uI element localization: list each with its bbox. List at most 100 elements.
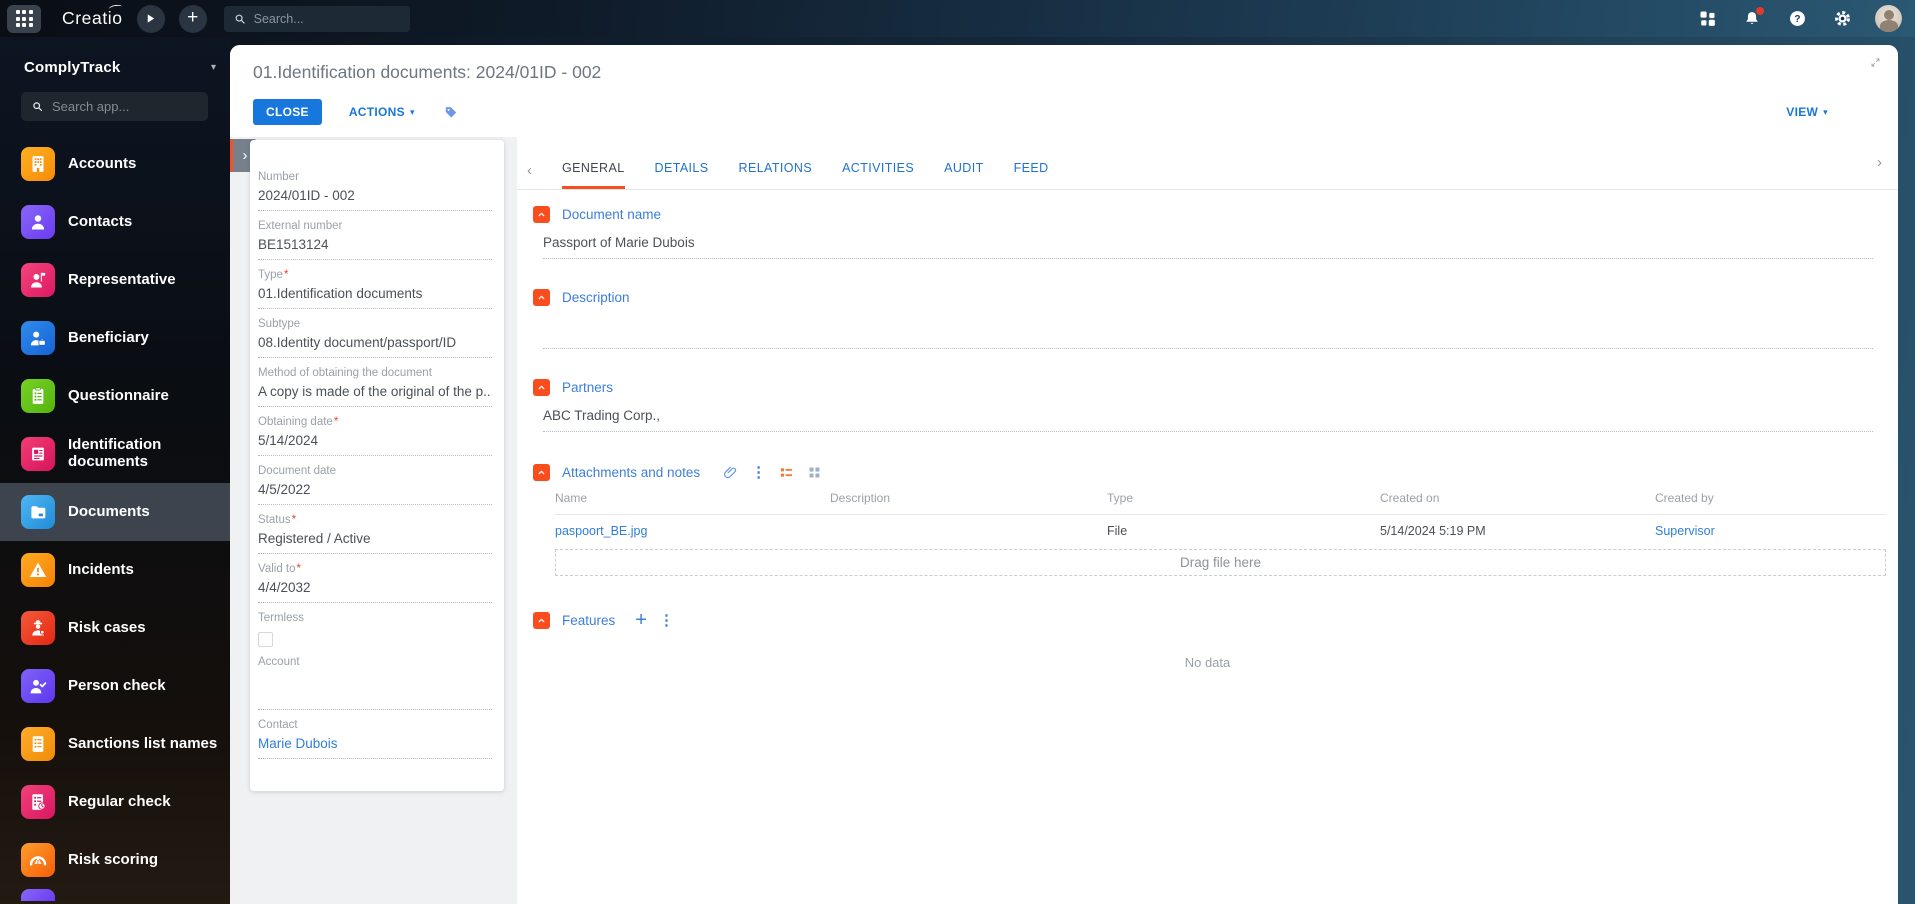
sidebar-item-representative[interactable]: Representative [0,251,230,309]
expand-icon [1871,58,1880,67]
tabs-scroll-left[interactable]: ‹ [527,162,532,189]
sidebar-item-accounts[interactable]: Accounts [0,135,230,193]
section-title[interactable]: Description [562,290,630,305]
partners-value[interactable]: ABC Trading Corp., [543,408,1873,432]
tab-activities[interactable]: ACTIVITIES [842,161,914,189]
expand-page-button[interactable] [1869,56,1882,72]
sidebar-item-risk-cases[interactable]: Risk cases [0,599,230,657]
drag-drop-zone[interactable]: Drag file here [555,549,1886,576]
collapse-section-icon[interactable] [533,289,550,306]
field-label: Termless [258,612,492,624]
section-title[interactable]: Features [562,613,615,628]
field-value-document-date[interactable]: 4/5/2022 [258,482,492,505]
warning-icon [21,553,55,587]
section-title[interactable]: Attachments and notes [562,465,700,480]
settings-button[interactable] [1830,7,1854,31]
add-feature-button[interactable]: + [627,610,647,630]
field-value-obtaining-date[interactable]: 5/14/2024 [258,433,492,456]
detective-icon [21,611,55,645]
global-search-input[interactable]: Search... [223,5,410,32]
list-view-icon [780,468,793,477]
sidebar-item-sanctions-list-names[interactable]: Sanctions list names [0,715,230,773]
collapse-section-icon[interactable] [533,379,550,396]
column-header-created-on[interactable]: Created on [1380,491,1655,505]
section-title[interactable]: Document name [562,207,661,222]
new-record-button[interactable]: + [178,4,207,33]
tile-view-button[interactable] [807,465,822,480]
close-button[interactable]: CLOSE [253,99,322,125]
column-header-description[interactable]: Description [830,491,1107,505]
description-value[interactable] [543,348,1873,349]
field-label: External number [258,220,492,232]
chevron-up-icon [538,618,545,622]
field-value-account[interactable] [258,673,492,710]
sidebar-item-identification-documents[interactable]: Identification documents [0,425,230,483]
person-icon [21,205,55,239]
field-value-valid-to[interactable]: 4/4/2032 [258,580,492,603]
list-view-button[interactable] [778,464,795,481]
record-body: › Number 2024/01ID - 002 External number BE… [230,137,1898,904]
help-button[interactable]: ? [1785,7,1809,31]
field-value-status[interactable]: Registered / Active [258,531,492,554]
tab-relations[interactable]: RELATIONS [739,161,813,189]
sidebar-item-incidents[interactable]: Incidents [0,541,230,599]
field-value-external-number[interactable]: BE1513124 [258,237,492,260]
sidebar-item-label: Documents [68,502,150,520]
section-title[interactable]: Partners [562,380,613,395]
checkbox-termless[interactable] [258,632,273,647]
tab-general[interactable]: GENERAL [562,161,625,189]
field-value-method-of-obtaining-the-document[interactable]: A copy is made of the original of the p.… [258,384,492,407]
run-process-button[interactable] [136,4,165,33]
sidebar-item-documents[interactable]: Documents [0,483,230,541]
field-obtaining-date: Obtaining date* 5/14/2024 [258,416,492,456]
column-header-type[interactable]: Type [1107,491,1380,505]
tabs-scroll-right[interactable]: › [1877,154,1882,181]
tags-button[interactable] [443,104,459,120]
view-button[interactable]: VIEW ▾ [1786,105,1828,119]
sidebar-item-questionnaire[interactable]: Questionnaire [0,367,230,425]
attachments-menu-button[interactable]: ⋮ [751,465,766,480]
chevron-up-icon [538,212,545,217]
features-menu-button[interactable]: ⋮ [659,613,674,628]
column-header-name[interactable]: Name [555,491,830,505]
tab-feed[interactable]: FEED [1014,161,1049,189]
field-contact: Contact Marie Dubois [258,719,492,759]
notifications-button[interactable] [1740,6,1764,31]
sidebar-item-label: Risk scoring [68,850,159,868]
actions-button[interactable]: ACTIONS ▾ [349,105,415,119]
collapse-section-icon[interactable] [533,464,550,481]
app-search-input[interactable]: Search app... [21,92,208,121]
sidebar-item-contacts[interactable]: Contacts [0,193,230,251]
collapse-section-icon[interactable] [533,611,550,629]
cell-created-by[interactable]: Supervisor [1655,524,1886,538]
document-name-value[interactable]: Passport of Marie Dubois [543,235,1873,259]
field-value-type[interactable]: 01.Identification documents [258,286,492,309]
profile-avatar[interactable] [1875,5,1902,32]
cell-name[interactable]: paspoort_BE.jpg [555,524,830,538]
field-value-contact[interactable]: Marie Dubois [258,736,492,759]
chevron-left-icon: ‹ [527,162,532,179]
app-launcher-button[interactable] [7,4,41,33]
sidebar-item-label: Identification documents [68,436,162,470]
tab-details[interactable]: DETAILS [655,161,709,189]
field-value-number[interactable]: 2024/01ID - 002 [258,188,492,211]
sidebar-item-label: Accounts [68,154,137,172]
cell-type: File [1107,524,1128,538]
play-icon [147,14,155,23]
collapse-section-icon[interactable] [533,206,550,223]
dropzone-label: Drag file here [1179,555,1262,570]
sidebar-item-person-check[interactable]: Person check [0,657,230,715]
workspace-selector[interactable]: ComplyTrack ▾ [0,37,230,76]
sidebar-item-regular-check[interactable]: Regular check [0,773,230,831]
attach-file-button[interactable] [722,464,739,481]
tab-audit[interactable]: AUDIT [944,161,984,189]
column-header-created-by[interactable]: Created by [1655,491,1886,505]
sidebar-item-risk-scoring[interactable]: Risk scoring [0,831,230,889]
sidebar-item-label: Regular check [68,792,171,810]
workspaces-button[interactable] [1695,7,1719,31]
record-page: 01.Identification documents: 2024/01ID -… [230,45,1898,904]
sidebar-item-beneficiary[interactable]: Beneficiary [0,309,230,367]
field-value-subtype[interactable]: 08.Identity document/passport/ID [258,335,492,358]
attachment-row[interactable]: paspoort_BE.jpg File 5/14/2024 5:19 PM Supe… [555,515,1886,546]
field-termless: Termless [258,612,492,647]
